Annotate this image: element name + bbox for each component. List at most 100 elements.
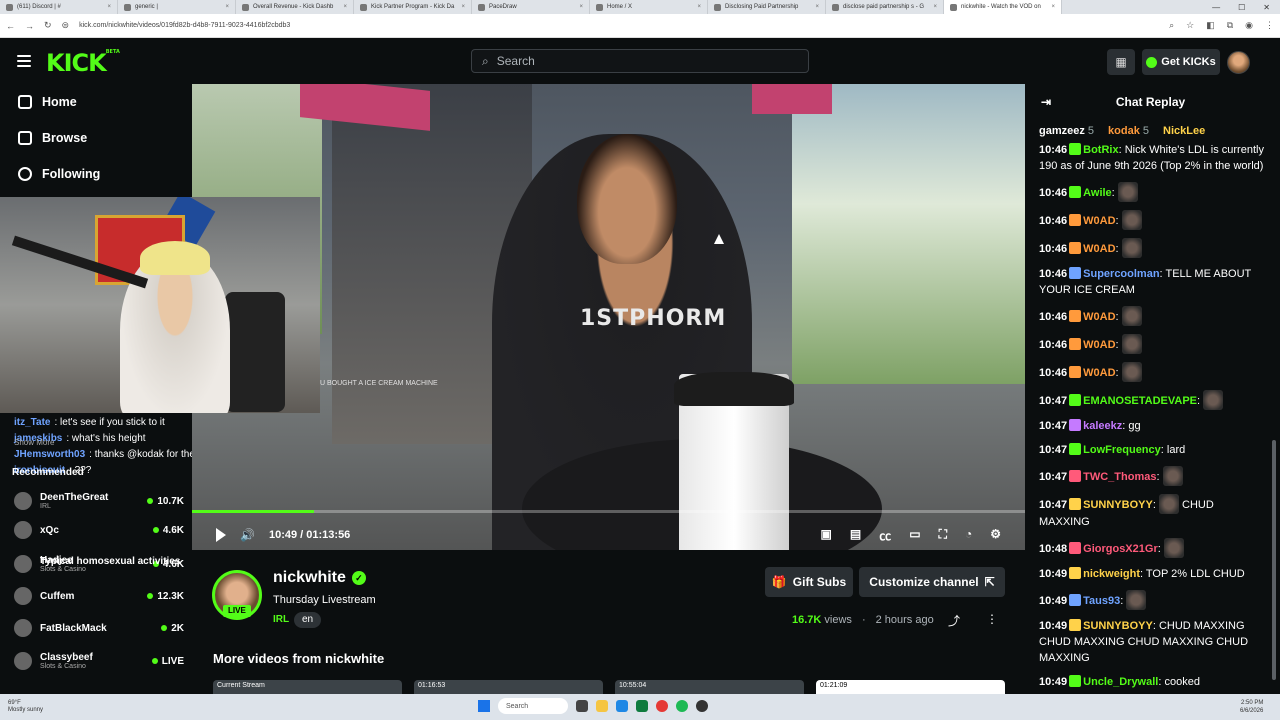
category-link[interactable]: IRL — [273, 614, 289, 625]
show-more-link[interactable]: Show More — [14, 438, 54, 447]
profile-icon[interactable]: ◉ — [1245, 20, 1253, 31]
miniplayer-icon[interactable]: ▣ — [821, 527, 832, 544]
chat-username[interactable]: LowFrequency — [1083, 444, 1161, 456]
speed-icon[interactable]: ◔ — [965, 527, 972, 544]
tab-close-icon[interactable]: × — [1051, 4, 1055, 10]
excel-icon[interactable] — [636, 700, 648, 712]
browser-tab[interactable]: Home / X × — [590, 0, 708, 14]
browser-tab[interactable]: (611) Discord | # × — [0, 0, 118, 14]
chat-username[interactable]: EMANOSETADEVAPE — [1083, 395, 1197, 407]
gifter[interactable]: gamzeez 5 — [1039, 125, 1094, 137]
tab-close-icon[interactable]: × — [815, 4, 819, 10]
gift-subs-button[interactable]: 🎁 Gift Subs — [765, 567, 853, 597]
chat-username[interactable]: Uncle_Drywall — [1083, 676, 1158, 688]
kick-logo[interactable]: KICKBETA — [46, 49, 120, 77]
language-tag[interactable]: en — [294, 612, 322, 628]
chat-username[interactable]: Awile — [1083, 187, 1112, 199]
play-icon[interactable] — [216, 528, 226, 542]
zoom-icon[interactable]: ⌕ — [1169, 20, 1174, 31]
chat-username[interactable]: W0AD — [1083, 339, 1115, 351]
reload-icon[interactable]: ↻ — [44, 20, 52, 31]
chat-username[interactable]: TWC_Thomas — [1083, 471, 1156, 483]
chat-username[interactable]: SUNNYBOYY — [1083, 620, 1153, 632]
browser-tab[interactable]: Disclosing Paid Partnership × — [708, 0, 826, 14]
chat-username[interactable]: W0AD — [1083, 215, 1115, 227]
windows-start-icon[interactable] — [478, 700, 490, 712]
share-icon[interactable]: ⤴ — [948, 612, 960, 629]
customize-channel-button[interactable]: Customize channel ⇱ — [859, 567, 1005, 597]
chat-username[interactable]: nickweight — [1083, 568, 1140, 580]
sidebar-item-browse[interactable]: Browse — [0, 120, 192, 156]
app-icon[interactable] — [696, 700, 708, 712]
tab-close-icon[interactable]: × — [225, 4, 229, 10]
chat-username[interactable]: SUNNYBOYY — [1083, 499, 1153, 511]
sidebar-item-home[interactable]: Home — [0, 84, 192, 120]
channel-name[interactable]: nickwhite ✓ — [273, 569, 366, 587]
recommended-channel[interactable]: Classybeef Slots & Casino LIVE — [14, 646, 184, 676]
chat-username[interactable]: W0AD — [1083, 243, 1115, 255]
chat-username[interactable]: Taus93 — [1083, 595, 1120, 607]
user-avatar[interactable] — [1227, 51, 1250, 74]
menu-hamburger-icon[interactable] — [17, 55, 31, 67]
recommended-channel[interactable]: DeenTheGreat IRL 10.7K — [14, 486, 184, 516]
file-explorer-icon[interactable] — [596, 700, 608, 712]
recommended-channel[interactable]: xQc 4.6K — [14, 515, 184, 545]
video-thumbnail[interactable]: 10:55:04 — [615, 680, 804, 694]
chat-username[interactable]: GiorgosX21Gr — [1083, 543, 1158, 555]
chat-username[interactable]: W0AD — [1083, 311, 1115, 323]
gifter[interactable]: kodak 5 — [1108, 125, 1149, 137]
weather-widget[interactable]: 69°F Mostly sunny — [0, 700, 43, 714]
search-input[interactable]: ⌕ Search — [471, 49, 809, 73]
tab-close-icon[interactable]: × — [107, 4, 111, 10]
bookmark-star-icon[interactable]: ☆ — [1186, 20, 1194, 31]
recommended-channel[interactable]: FatBlackMack 2K — [14, 613, 184, 643]
chat-username[interactable]: Supercoolman — [1083, 268, 1159, 280]
fullscreen-icon[interactable]: ⛶ — [939, 527, 947, 544]
get-kicks-button[interactable]: Get KICKs — [1142, 49, 1220, 75]
chat-scrollbar[interactable] — [1272, 440, 1276, 680]
gifter[interactable]: NickLee — [1163, 125, 1205, 137]
tab-close-icon[interactable]: × — [933, 4, 937, 10]
captions-icon[interactable]: ㏄ — [879, 527, 891, 544]
chat-username[interactable]: BotRix — [1083, 144, 1118, 156]
extensions-puzzle-icon[interactable]: ⧉ — [1227, 20, 1233, 31]
more-options-icon[interactable]: ⋮ — [986, 612, 998, 626]
extension-icon[interactable]: ◧ — [1206, 20, 1215, 31]
dashboard-button[interactable]: ▦ — [1107, 49, 1135, 75]
browser-menu-icon[interactable]: ⋮ — [1265, 20, 1274, 31]
sidebar-item-following[interactable]: Following — [0, 156, 192, 192]
theater-mode-icon[interactable]: ▭ — [909, 527, 920, 544]
video-thumbnail[interactable]: 01:16:53 — [414, 680, 603, 694]
task-view-icon[interactable] — [576, 700, 588, 712]
tab-close-icon[interactable]: × — [461, 4, 465, 10]
tab-close-icon[interactable]: × — [579, 4, 583, 10]
spotify-icon[interactable] — [676, 700, 688, 712]
browser-tab[interactable]: PaceDraw × — [472, 0, 590, 14]
tab-close-icon[interactable]: × — [697, 4, 701, 10]
browser-tab[interactable]: Kick Partner Program - Kick Da × — [354, 0, 472, 14]
video-progress-bar[interactable] — [192, 510, 1025, 513]
forward-icon[interactable]: → — [25, 21, 34, 31]
site-info-icon[interactable]: ⊜ — [62, 20, 70, 31]
minimize-icon[interactable]: — — [1212, 3, 1220, 12]
edge-icon[interactable] — [616, 700, 628, 712]
recommended-channel[interactable]: Cuffem 12.3K — [14, 581, 184, 611]
back-icon[interactable]: ← — [6, 21, 15, 31]
volume-icon[interactable]: 🔊 — [240, 528, 255, 542]
tab-close-icon[interactable]: × — [343, 4, 347, 10]
maximize-icon[interactable]: ☐ — [1238, 3, 1245, 12]
chrome-icon[interactable] — [656, 700, 668, 712]
address-bar[interactable]: kick.com/nickwhite/videos/019fd82b-d4b8-… — [79, 22, 290, 29]
browser-tab[interactable]: generic | × — [118, 0, 236, 14]
chat-username[interactable]: kaleekz — [1083, 420, 1122, 432]
video-thumbnail[interactable]: 01:21:09 — [816, 680, 1005, 694]
system-clock[interactable]: 2:50 PM 6/6/2026 — [1240, 699, 1263, 715]
video-thumbnail[interactable]: Current Stream — [213, 680, 402, 694]
close-window-icon[interactable]: ✕ — [1263, 3, 1270, 12]
collapse-chat-icon[interactable]: ⇥ — [1041, 95, 1051, 109]
settings-gear-icon[interactable]: ⚙ — [990, 527, 1001, 544]
browser-tab[interactable]: Overall Revenue - Kick Dashb × — [236, 0, 354, 14]
clip-icon[interactable]: ▤ — [850, 527, 861, 544]
chat-username[interactable]: W0AD — [1083, 367, 1115, 379]
browser-tab[interactable]: disclose paid partnership s - G × — [826, 0, 944, 14]
